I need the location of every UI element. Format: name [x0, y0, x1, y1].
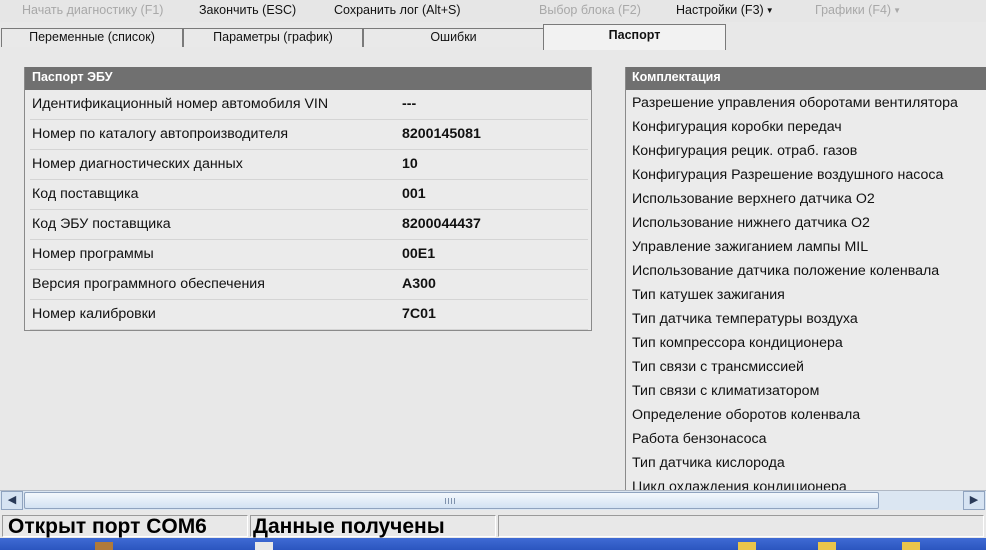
- tab-errors[interactable]: Ошибки: [363, 28, 544, 47]
- settings-menu[interactable]: Настройки (F3) ▼: [676, 3, 774, 17]
- list-item: Управление зажиганием лампы MIL: [632, 239, 869, 255]
- list-item: Использование нижнего датчика О2: [632, 215, 870, 231]
- list-item: Разрешение управления оборотами вентилят…: [632, 95, 958, 111]
- start-diagnostics-menu[interactable]: Начать диагностику (F1): [22, 3, 163, 17]
- table-row: Номер программы 00E1: [30, 240, 588, 270]
- finish-menu[interactable]: Закончить (ESC): [199, 3, 296, 17]
- ecu-passport-title: Паспорт ЭБУ: [25, 67, 591, 90]
- list-item: Конфигурация Разрешение воздушного насос…: [632, 167, 944, 183]
- tab-passport[interactable]: Паспорт: [543, 24, 726, 50]
- program-number-label: Номер программы: [32, 246, 154, 262]
- data-status-text: Данные получены: [253, 515, 445, 538]
- vin-value: ---: [402, 96, 417, 112]
- scroll-right-arrow-icon[interactable]: ▶: [963, 491, 985, 510]
- taskbar: [0, 538, 986, 550]
- calibration-number-value: 7C01: [402, 306, 436, 322]
- ecu-passport-panel: Паспорт ЭБУ Идентификационный номер авто…: [24, 67, 592, 331]
- table-row: Номер диагностических данных 10: [30, 150, 588, 180]
- supplier-code-value: 001: [402, 186, 426, 202]
- dropdown-arrow-icon: ▼: [893, 6, 901, 15]
- scroll-left-arrow-icon[interactable]: ◀: [1, 491, 23, 510]
- list-item: Конфигурация рецик. отраб. газов: [632, 143, 858, 159]
- dropdown-arrow-icon: ▼: [765, 6, 774, 15]
- table-row: Номер калибровки 7C01: [30, 300, 588, 330]
- menu-bar: Начать диагностику (F1) Закончить (ESC) …: [0, 0, 986, 22]
- calibration-number-label: Номер калибровки: [32, 306, 156, 322]
- settings-menu-label: Настройки (F3): [676, 3, 764, 17]
- table-row: Версия программного обеспечения A300: [30, 270, 588, 300]
- table-row: Код ЭБУ поставщика 8200044437: [30, 210, 588, 240]
- equipment-panel: Комплектация Разрешение управления оборо…: [625, 67, 986, 490]
- graphs-menu-label: Графики (F4): [815, 3, 892, 17]
- supplier-ecu-code-value: 8200044437: [402, 216, 481, 232]
- port-status-text: Открыт порт COM6: [8, 515, 207, 538]
- software-version-label: Версия программного обеспечения: [32, 276, 265, 292]
- list-item: Тип компрессора кондиционера: [632, 335, 843, 351]
- list-item: Цикл охлаждения кондиционера: [632, 479, 847, 490]
- table-row: Идентификационный номер автомобиля VIN -…: [30, 90, 588, 120]
- list-item: Тип датчика температуры воздуха: [632, 311, 858, 327]
- document-icon[interactable]: [255, 542, 273, 550]
- folder-icon[interactable]: [738, 542, 756, 550]
- scrollbar-thumb[interactable]: [24, 492, 879, 509]
- list-item: Использование верхнего датчика О2: [632, 191, 875, 207]
- diag-data-number-label: Номер диагностических данных: [32, 156, 243, 172]
- list-item: Тип связи с климатизатором: [632, 383, 820, 399]
- supplier-code-label: Код поставщика: [32, 186, 139, 202]
- table-row: Код поставщика 001: [30, 180, 588, 210]
- list-item: Работа бензонасоса: [632, 431, 767, 447]
- list-item: Тип датчика кислорода: [632, 455, 785, 471]
- table-row: Номер по каталогу автопроизводителя 8200…: [30, 120, 588, 150]
- equipment-title: Комплектация: [626, 67, 986, 90]
- status-bar: Открыт порт COM6 Данные получены: [0, 513, 986, 538]
- select-block-menu[interactable]: Выбор блока (F2): [539, 3, 641, 17]
- folder-icon[interactable]: [902, 542, 920, 550]
- equipment-list: Разрешение управления оборотами вентилят…: [632, 91, 958, 490]
- save-log-menu[interactable]: Сохранить лог (Alt+S): [334, 3, 461, 17]
- program-number-value: 00E1: [402, 246, 436, 262]
- list-item: Тип связи с трансмиссией: [632, 359, 804, 375]
- vin-label: Идентификационный номер автомобиля VIN: [32, 96, 329, 112]
- tab-strip: Переменные (список) Параметры (график) О…: [0, 22, 986, 70]
- folder-icon[interactable]: [818, 542, 836, 550]
- tab-parameters-graph[interactable]: Параметры (график): [183, 28, 363, 47]
- list-item: Конфигурация коробки передач: [632, 119, 842, 135]
- catalog-number-label: Номер по каталогу автопроизводителя: [32, 126, 289, 142]
- software-version-value: A300: [402, 276, 436, 292]
- list-item: Использование датчика положение коленвал…: [632, 263, 940, 279]
- ecu-passport-table: Идентификационный номер автомобиля VIN -…: [30, 90, 588, 330]
- graphs-menu[interactable]: Графики (F4) ▼: [815, 3, 901, 17]
- catalog-number-value: 8200145081: [402, 126, 481, 142]
- status-cell-empty: [498, 515, 984, 537]
- supplier-ecu-code-label: Код ЭБУ поставщика: [32, 216, 171, 232]
- passport-content: Паспорт ЭБУ Идентификационный номер авто…: [0, 48, 986, 490]
- horizontal-scrollbar[interactable]: ◀ ▶: [0, 490, 986, 510]
- tab-variables-list[interactable]: Переменные (список): [1, 28, 183, 47]
- app-icon[interactable]: [95, 542, 113, 550]
- diag-data-number-value: 10: [402, 156, 418, 172]
- list-item: Тип катушек зажигания: [632, 287, 785, 303]
- list-item: Определение оборотов коленвала: [632, 407, 861, 423]
- scrollbar-grip-icon: [445, 498, 455, 504]
